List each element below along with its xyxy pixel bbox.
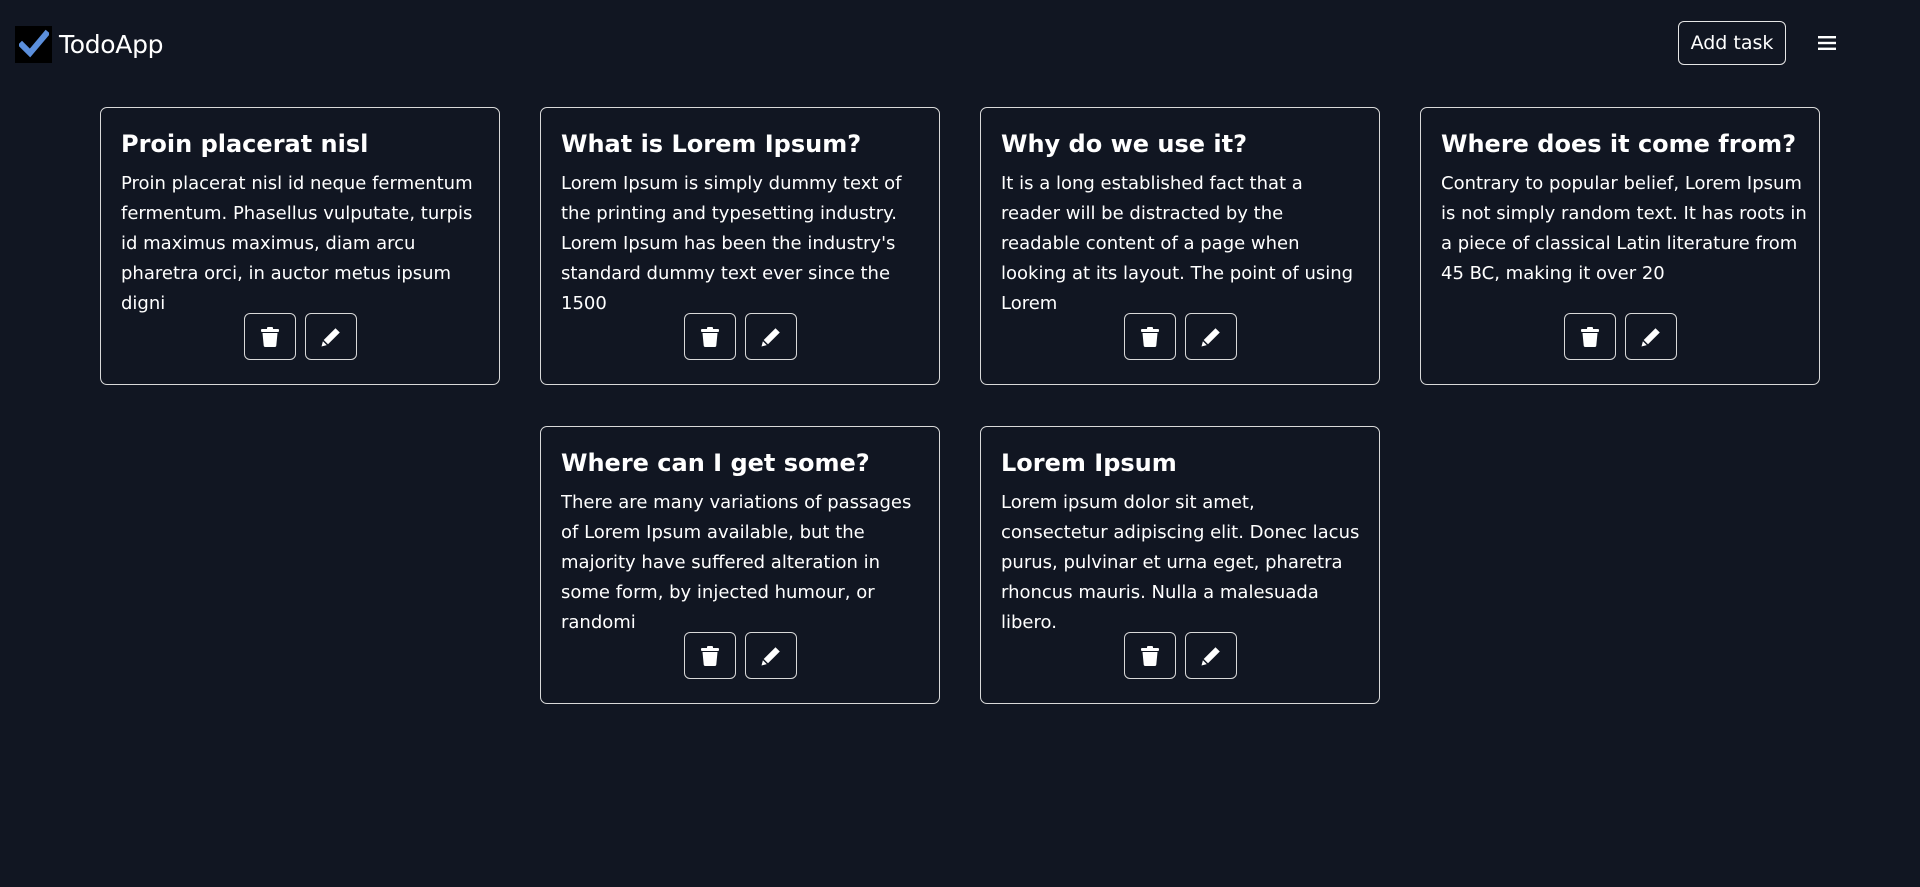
pencil-icon bbox=[761, 327, 780, 346]
trash-icon bbox=[1140, 326, 1159, 347]
trash-icon bbox=[700, 326, 719, 347]
task-description: There are many variations of passages of… bbox=[561, 492, 912, 633]
trash-icon bbox=[260, 326, 279, 347]
pencil-icon bbox=[761, 646, 780, 665]
delete-button[interactable] bbox=[683, 632, 736, 679]
task-title: Why do we use it? bbox=[1001, 130, 1248, 158]
delete-button[interactable] bbox=[1563, 313, 1616, 360]
hamburger-menu-icon[interactable] bbox=[1812, 28, 1842, 58]
brand[interactable]: TodoApp bbox=[15, 25, 164, 63]
delete-button[interactable] bbox=[683, 313, 736, 360]
task-title: Proin placerat nisl bbox=[121, 130, 369, 158]
brand-name: TodoApp bbox=[59, 29, 164, 59]
task-card: Why do we use it? It is a long establish… bbox=[980, 107, 1380, 385]
task-description: Lorem Ipsum is simply dummy text of the … bbox=[561, 173, 902, 314]
edit-button[interactable] bbox=[1184, 313, 1237, 360]
task-title: What is Lorem Ipsum? bbox=[561, 130, 862, 158]
delete-button[interactable] bbox=[243, 313, 296, 360]
task-title: Where does it come from? bbox=[1441, 130, 1796, 158]
checkmark-icon bbox=[15, 25, 52, 63]
edit-button[interactable] bbox=[744, 313, 797, 360]
task-card: Lorem Ipsum Lorem ipsum dolor sit amet, … bbox=[980, 426, 1380, 704]
trash-icon bbox=[700, 645, 719, 666]
task-description: It is a long established fact that a rea… bbox=[1001, 173, 1354, 314]
task-card: What is Lorem Ipsum? Lorem Ipsum is simp… bbox=[540, 107, 940, 385]
edit-button[interactable] bbox=[1624, 313, 1677, 360]
edit-button[interactable] bbox=[1184, 632, 1237, 679]
delete-button[interactable] bbox=[1123, 632, 1176, 679]
pencil-icon bbox=[1201, 646, 1220, 665]
task-title: Where can I get some? bbox=[561, 449, 870, 477]
trash-icon bbox=[1140, 645, 1159, 666]
task-card: Proin placerat nisl Proin placerat nisl … bbox=[100, 107, 500, 385]
task-description: Proin placerat nisl id neque fermentum f… bbox=[121, 173, 473, 314]
task-description: Contrary to popular belief, Lorem Ipsum … bbox=[1441, 173, 1807, 284]
edit-button[interactable] bbox=[304, 313, 357, 360]
trash-icon bbox=[1580, 326, 1599, 347]
navbar: TodoApp Add task bbox=[0, 0, 1920, 88]
task-description: Lorem ipsum dolor sit amet, consectetur … bbox=[1001, 492, 1360, 633]
pencil-icon bbox=[321, 327, 340, 346]
task-card: Where can I get some? There are many var… bbox=[540, 426, 940, 704]
add-task-button[interactable]: Add task bbox=[1678, 21, 1786, 65]
task-card: Where does it come from? Contrary to pop… bbox=[1420, 107, 1820, 385]
pencil-icon bbox=[1201, 327, 1220, 346]
delete-button[interactable] bbox=[1123, 313, 1176, 360]
pencil-icon bbox=[1641, 327, 1660, 346]
edit-button[interactable] bbox=[744, 632, 797, 679]
task-title: Lorem Ipsum bbox=[1001, 449, 1177, 477]
